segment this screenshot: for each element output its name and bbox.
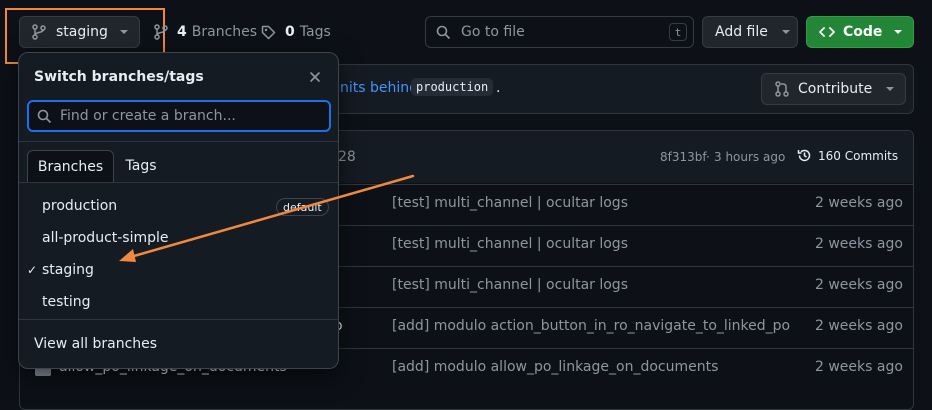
add-file-label: Add file <box>715 24 768 40</box>
tab-branches[interactable]: Branches <box>27 150 114 183</box>
commit-time: 3 hours ago <box>714 150 786 164</box>
branch-item-production[interactable]: production default <box>19 193 338 223</box>
history-icon <box>797 148 812 163</box>
tags-label: Tags <box>299 24 331 40</box>
branch-name: testing <box>42 294 91 310</box>
row-time: 2 weeks ago <box>815 236 903 252</box>
code-label: Code <box>843 24 883 40</box>
default-badge: default <box>276 198 329 216</box>
tags-count: 0 <box>285 24 295 40</box>
code-icon <box>819 26 835 38</box>
branch-item-staging[interactable]: ✓ staging <box>19 257 338 287</box>
commit-separator: · <box>706 150 710 164</box>
search-icon <box>37 109 52 124</box>
branch-switcher-dropdown: Switch branches/tags Find or create a br… <box>18 52 339 369</box>
chevron-down-icon <box>781 30 790 34</box>
keyboard-shortcut-badge: t <box>669 23 687 41</box>
tag-icon <box>261 25 276 40</box>
search-icon <box>436 25 451 40</box>
tabs-divider <box>19 182 338 183</box>
contribute-label: Contribute <box>798 81 873 97</box>
code-button[interactable]: Code <box>806 16 914 48</box>
branch-search-input[interactable]: Find or create a branch... <box>27 100 331 132</box>
branches-count: 4 <box>177 24 187 40</box>
tab-tags-label: Tags <box>125 158 157 174</box>
git-branch-icon <box>154 24 168 40</box>
tab-tags[interactable]: Tags <box>115 150 167 183</box>
view-all-branches-link[interactable]: View all branches <box>34 336 157 352</box>
banner-period: . <box>496 80 501 96</box>
row-time: 2 weeks ago <box>815 359 903 375</box>
chevron-down-icon <box>894 30 903 34</box>
row-time: 2 weeks ago <box>815 318 903 334</box>
branches-link[interactable]: 4 Branches <box>154 24 257 40</box>
dropdown-divider <box>19 141 338 142</box>
commit-message[interactable]: [add] modulo action_button_in_ro_navigat… <box>392 318 790 334</box>
go-to-file-placeholder: Go to file <box>461 24 525 40</box>
branch-name: all-product-simple <box>42 230 169 246</box>
commit-message[interactable]: [test] multi_channel | ocultar logs <box>392 236 628 252</box>
branch-name: production <box>42 198 118 214</box>
row-time: 2 weeks ago <box>815 195 903 211</box>
commit-message[interactable]: [test] multi_channel | ocultar logs <box>392 277 628 293</box>
add-file-button[interactable]: Add file <box>702 16 798 48</box>
commits-link[interactable]: 160 Commits <box>797 148 898 163</box>
go-to-file-input[interactable]: Go to file t <box>425 16 694 48</box>
commits-behind-link[interactable]: nits behind <box>340 80 418 96</box>
pull-request-icon <box>775 81 789 97</box>
row-time: 2 weeks ago <box>815 277 903 293</box>
view-all-divider <box>19 319 338 320</box>
commit-hash[interactable]: 8f313bf <box>660 150 707 164</box>
commit-message[interactable]: [test] multi_channel | ocultar logs <box>392 195 628 211</box>
branch-item-all-product-simple[interactable]: all-product-simple <box>19 225 338 255</box>
branch-item-testing[interactable]: testing <box>19 289 338 319</box>
chevron-down-icon <box>886 87 895 91</box>
branch-ref-code: production <box>411 78 494 96</box>
dropdown-title: Switch branches/tags <box>34 69 204 85</box>
branches-label: Branches <box>191 24 258 40</box>
tags-link[interactable]: 0 Tags <box>261 24 331 40</box>
branch-name: staging <box>42 262 94 278</box>
close-icon[interactable] <box>309 71 321 83</box>
branch-search-placeholder: Find or create a branch... <box>60 108 236 124</box>
commit-message-fragment[interactable]: 28 <box>338 149 356 165</box>
contribute-button[interactable]: Contribute <box>761 73 906 105</box>
commits-count: 160 Commits <box>818 148 899 163</box>
tab-branches-label: Branches <box>37 159 104 175</box>
check-icon: ✓ <box>27 263 38 277</box>
commit-message[interactable]: [add] modulo allow_po_linkage_on_documen… <box>392 359 718 375</box>
